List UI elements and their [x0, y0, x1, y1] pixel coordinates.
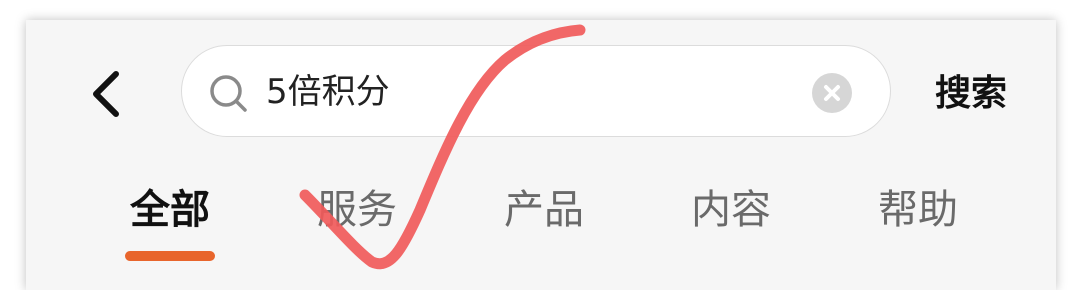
- chevron-left-icon: [93, 71, 119, 117]
- tab-content[interactable]: 内容: [676, 184, 786, 236]
- clear-icon: [824, 85, 840, 101]
- clear-button[interactable]: [812, 73, 852, 113]
- tab-products[interactable]: 产品: [489, 184, 599, 236]
- back-button[interactable]: [80, 66, 136, 122]
- tab-all[interactable]: 全部: [115, 184, 225, 236]
- tab-help[interactable]: 帮助: [863, 184, 973, 236]
- search-bar[interactable]: [181, 45, 891, 137]
- search-button[interactable]: 搜索: [935, 70, 1007, 118]
- active-tab-indicator: [125, 251, 215, 261]
- screenshot-frame: 搜索 全部 服务 产品 内容 帮助: [0, 0, 1080, 290]
- search-icon: [210, 75, 247, 112]
- tab-services[interactable]: 服务: [302, 184, 412, 236]
- search-input[interactable]: [266, 68, 786, 116]
